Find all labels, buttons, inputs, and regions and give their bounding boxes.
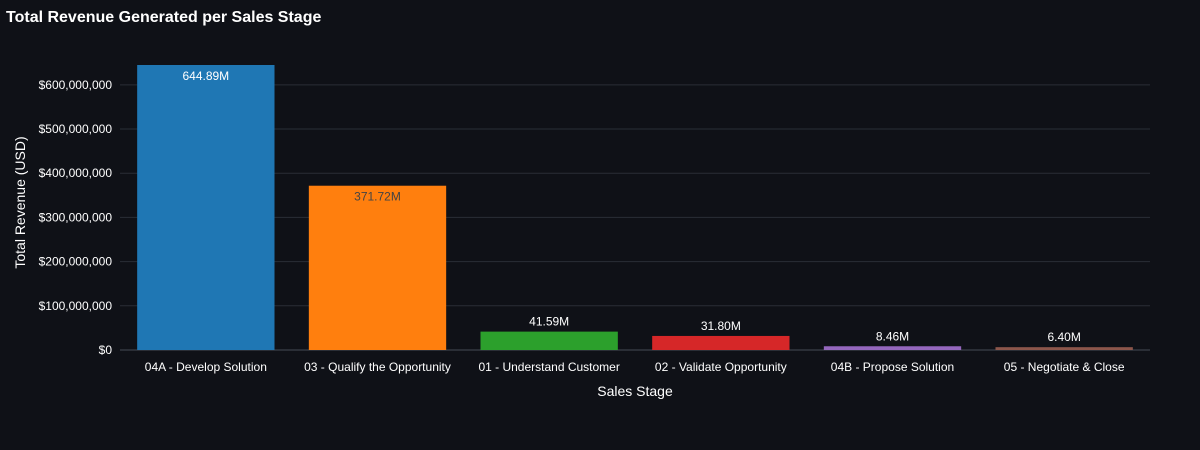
bar bbox=[137, 65, 275, 350]
bar bbox=[480, 331, 618, 350]
bar-data-label: 644.89M bbox=[182, 69, 229, 83]
y-axis-ticks: $0 $100,000,000 $200,000,000 $300,000,000 $4… bbox=[39, 78, 113, 357]
bar-chart: 644.89M371.72M41.59M 31.80M8.46M 6.40M $0$… bbox=[12, 65, 1150, 399]
x-tick-label: 04A - Develop Solution bbox=[145, 360, 267, 374]
bar bbox=[308, 185, 447, 350]
x-tick-label: 05 - Negotiate & Close bbox=[1004, 360, 1125, 374]
x-axis-ticks: 04A - Develop Solution 03 - Qualify the O… bbox=[145, 360, 1125, 374]
bar bbox=[995, 347, 1133, 350]
bar bbox=[823, 346, 962, 350]
y-tick-label: $0 bbox=[99, 343, 113, 357]
y-axis-title: Total Revenue (USD) bbox=[12, 136, 28, 268]
x-tick-label: 03 - Qualify the Opportunity bbox=[304, 360, 451, 374]
x-tick-label: 04B - Propose Solution bbox=[831, 360, 954, 374]
bar-data-label: 6.40M bbox=[1047, 330, 1080, 344]
bars: 644.89M 371.72M 41.59M 31.80M 8.46M 6.40M bbox=[137, 65, 1133, 350]
x-tick-label: 01 - Understand Customer bbox=[478, 360, 619, 374]
y-tick-label: $300,000,000 bbox=[39, 210, 113, 224]
bar-data-label: 371.72M bbox=[354, 190, 401, 204]
y-tick-label: $500,000,000 bbox=[39, 122, 113, 136]
bar-data-label: 31.80M bbox=[701, 319, 741, 333]
x-axis-title: Sales Stage bbox=[597, 383, 673, 399]
bar-data-label: 41.59M bbox=[529, 315, 569, 329]
y-tick-label: $200,000,000 bbox=[39, 255, 113, 269]
y-tick-label: $600,000,000 bbox=[39, 78, 113, 92]
y-tick-label: $100,000,000 bbox=[39, 299, 113, 313]
y-tick-label: $400,000,000 bbox=[39, 166, 113, 180]
bar bbox=[652, 335, 790, 350]
x-tick-label: 02 - Validate Opportunity bbox=[655, 360, 787, 374]
bar-data-label: 8.46M bbox=[876, 329, 909, 343]
